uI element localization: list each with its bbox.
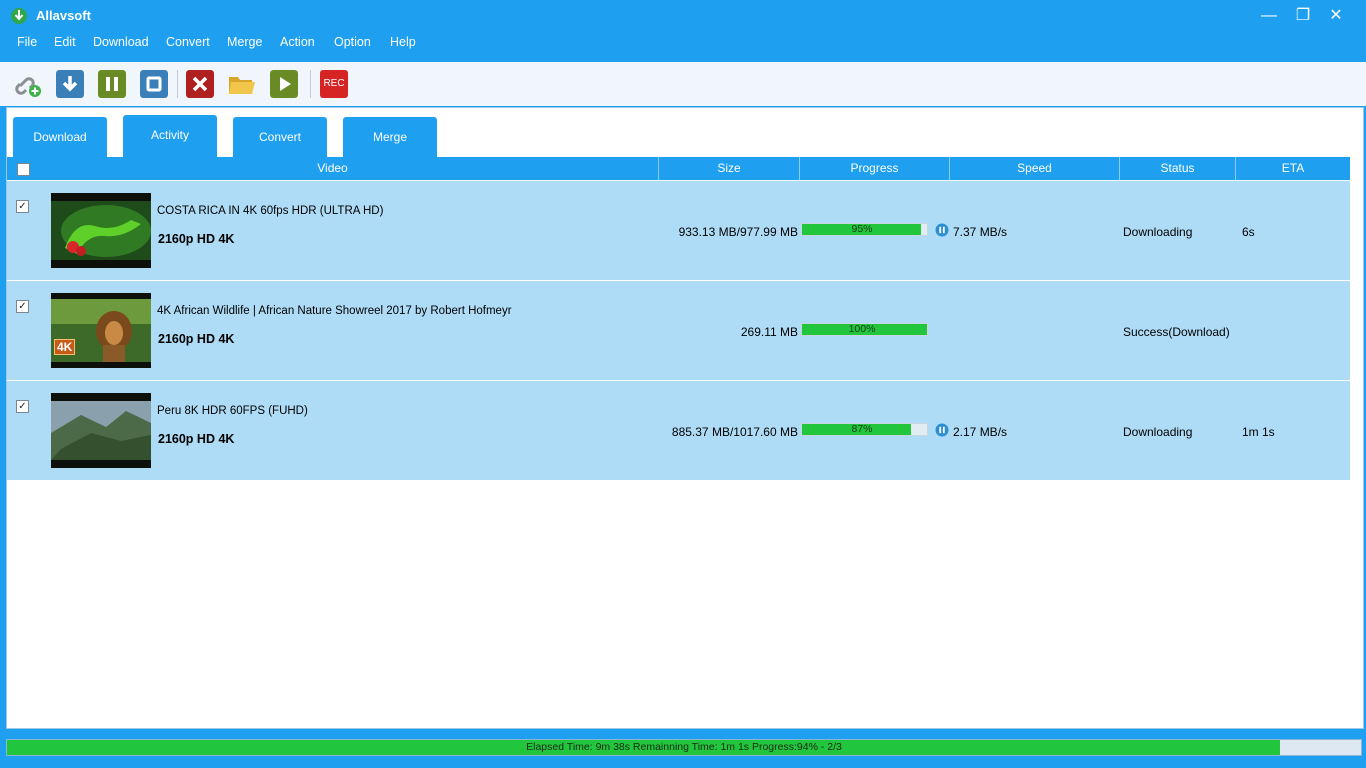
video-thumbnail — [51, 193, 151, 268]
progress-text: 95% — [851, 223, 873, 235]
close-button[interactable]: ✕ — [1321, 4, 1351, 28]
row-checkbox[interactable]: ✓ — [16, 300, 29, 313]
toolbar-divider — [310, 70, 311, 98]
video-thumbnail: 4K — [51, 293, 151, 368]
table-row[interactable]: ✓ COSTA RICA IN 4K 60fps HDR (ULTRA HD) … — [7, 181, 1350, 281]
video-size: 269.11 MB — [740, 325, 798, 339]
tab-activity[interactable]: Activity — [123, 115, 217, 157]
pause-circle-icon[interactable] — [935, 223, 949, 237]
minimize-button[interactable]: — — [1254, 4, 1284, 28]
restore-button[interactable]: ❐ — [1288, 4, 1318, 28]
tab-download[interactable]: Download — [13, 117, 107, 157]
download-speed: 7.37 MB/s — [953, 225, 1008, 239]
table-row[interactable]: ✓ Peru 8K HDR 60FPS (FUHD) 2160p HD 4K 8… — [7, 381, 1350, 481]
video-size: 933.13 MB/977.99 MB — [678, 225, 798, 239]
menu-convert[interactable]: Convert — [166, 35, 210, 49]
table-row[interactable]: ✓ 4K 4K African Wildlife | African Natur… — [7, 281, 1350, 381]
table-header: Video Size Progress Speed Status ETA — [7, 157, 1350, 180]
toolbar: REC — [0, 62, 1366, 107]
video-title: COSTA RICA IN 4K 60fps HDR (ULTRA HD) — [157, 205, 384, 217]
column-status[interactable]: Status — [1120, 157, 1236, 180]
content-panel: Download Activity Convert Merge Video Si… — [6, 107, 1364, 729]
column-progress[interactable]: Progress — [800, 157, 950, 180]
column-video[interactable]: Video — [7, 157, 659, 180]
thumb-badge: 4K — [54, 339, 76, 355]
progress-bar: 95% — [801, 223, 928, 236]
tab-convert[interactable]: Convert — [233, 117, 327, 157]
menu-option[interactable]: Option — [334, 35, 371, 49]
download-eta: 6s — [1242, 225, 1255, 239]
video-quality: 2160p HD 4K — [158, 232, 235, 246]
play-icon[interactable] — [270, 70, 298, 98]
menu-file[interactable]: File — [17, 35, 37, 49]
column-eta[interactable]: ETA — [1236, 157, 1350, 180]
progress-bar: 87% — [801, 423, 928, 436]
download-status: Success(Download) — [1123, 325, 1230, 339]
menu-edit[interactable]: Edit — [54, 35, 76, 49]
title-bar: Allavsoft — ❐ ✕ — [0, 0, 1366, 32]
download-eta: 1m 1s — [1242, 425, 1275, 439]
column-speed[interactable]: Speed — [950, 157, 1120, 180]
video-thumbnail — [51, 393, 151, 468]
download-status: Downloading — [1123, 225, 1193, 239]
record-button[interactable]: REC — [320, 70, 348, 98]
overall-progress-bar: Elapsed Time: 9m 38s Remainning Time: 1m… — [6, 739, 1362, 756]
pause-icon[interactable] — [98, 70, 126, 98]
column-size[interactable]: Size — [659, 157, 800, 180]
toolbar-divider — [177, 70, 178, 98]
open-folder-icon[interactable] — [228, 70, 256, 98]
row-checkbox[interactable]: ✓ — [16, 200, 29, 213]
download-speed: 2.17 MB/s — [953, 425, 1008, 439]
progress-text: 87% — [851, 423, 873, 435]
menu-action[interactable]: Action — [280, 35, 315, 49]
video-quality: 2160p HD 4K — [158, 332, 235, 346]
tab-bar: Download Activity Convert Merge — [7, 108, 1363, 157]
menu-merge[interactable]: Merge — [227, 35, 262, 49]
app-title: Allavsoft — [36, 8, 91, 23]
download-status: Downloading — [1123, 425, 1193, 439]
delete-icon[interactable] — [186, 70, 214, 98]
stop-icon[interactable] — [140, 70, 168, 98]
progress-text: 100% — [848, 323, 876, 335]
row-checkbox[interactable]: ✓ — [16, 400, 29, 413]
video-title: 4K African Wildlife | African Nature Sho… — [157, 305, 512, 317]
menu-bar: File Edit Download Convert Merge Action … — [0, 32, 1366, 60]
pause-circle-icon[interactable] — [935, 423, 949, 437]
add-url-link-icon[interactable] — [14, 70, 42, 98]
app-logo-icon — [11, 8, 27, 24]
menu-help[interactable]: Help — [390, 35, 416, 49]
video-size: 885.37 MB/1017.60 MB — [671, 425, 798, 439]
download-icon[interactable] — [56, 70, 84, 98]
video-quality: 2160p HD 4K — [158, 432, 235, 446]
tab-merge[interactable]: Merge — [343, 117, 437, 157]
video-title: Peru 8K HDR 60FPS (FUHD) — [157, 405, 308, 417]
menu-download[interactable]: Download — [93, 35, 149, 49]
overall-progress-text: Elapsed Time: 9m 38s Remainning Time: 1m… — [526, 741, 842, 753]
progress-bar: 100% — [801, 323, 928, 336]
